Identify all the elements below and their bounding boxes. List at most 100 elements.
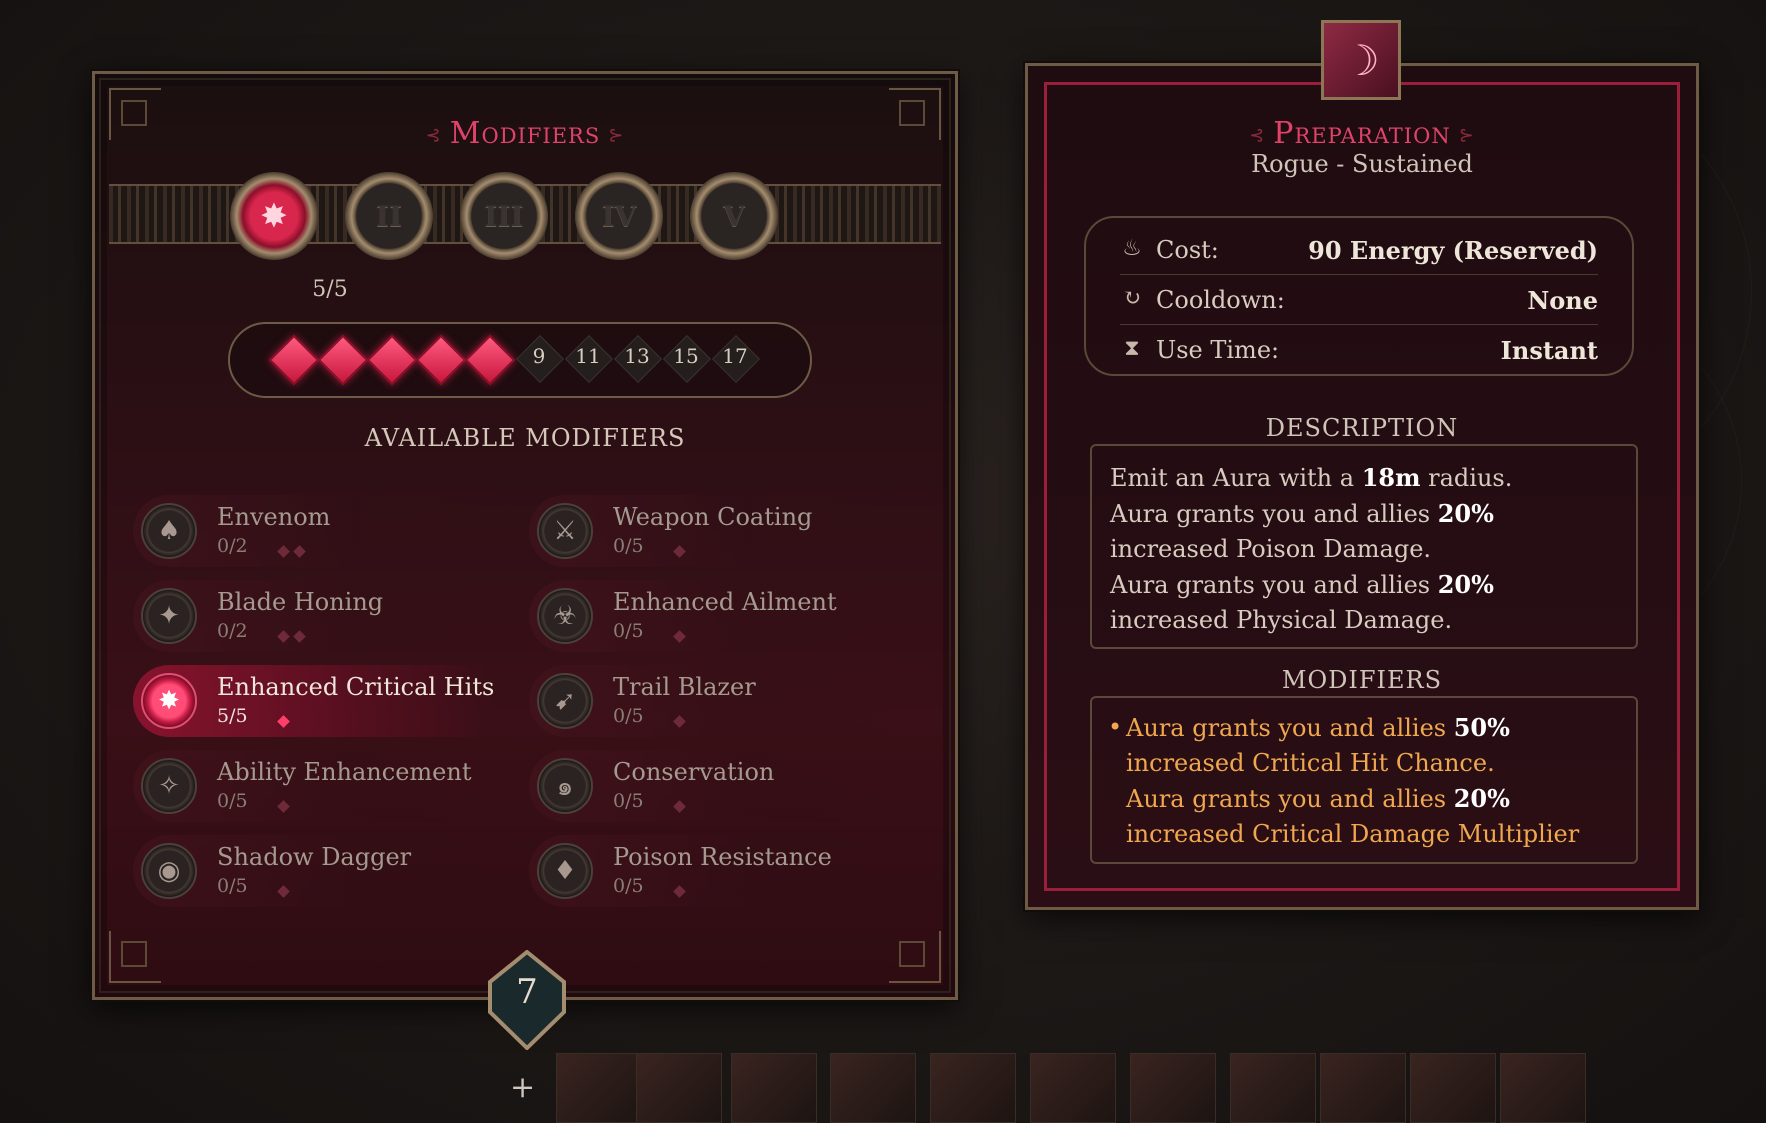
modifier-enhanced-ailment[interactable]: ☣ Enhanced Ailment 0/5 xyxy=(529,580,889,652)
hourglass-icon: ⧗ xyxy=(1124,336,1140,361)
tier-label: II xyxy=(375,199,403,233)
skillbar-slot[interactable] xyxy=(1500,1053,1586,1123)
flourish-icon: ⊱ xyxy=(608,124,625,146)
skill-subtitle: Rogue - Sustained xyxy=(1251,150,1473,178)
cost-dot xyxy=(673,545,686,558)
honing-icon: ✦ xyxy=(141,588,197,644)
preparation-skill-icon: ☽ xyxy=(1321,20,1401,100)
frame-corner-ornament xyxy=(889,931,941,983)
modifier-enhanced-critical-hits[interactable]: ✸ Enhanced Critical Hits 5/5 xyxy=(133,665,494,737)
flame-icon: ♨ xyxy=(1122,236,1142,261)
skillbar-slot[interactable] xyxy=(556,1053,642,1123)
description-box: Emit an Aura with a 18m radius. Aura gra… xyxy=(1090,444,1638,649)
stat-row-use-time: ⧗ Use Time: Instant xyxy=(1120,326,1598,374)
skillbar-slot[interactable] xyxy=(636,1053,722,1123)
tier-slot-2[interactable]: II xyxy=(345,172,433,260)
cost-dot xyxy=(673,885,686,898)
skillbar-slot[interactable] xyxy=(930,1053,1016,1123)
modifier-name: Weapon Coating xyxy=(613,503,813,531)
pip-level-number: 17 xyxy=(722,344,748,368)
modifier-name: Ability Enhancement xyxy=(217,758,472,786)
skillbar-slot[interactable] xyxy=(830,1053,916,1123)
modifier-cost-dots xyxy=(673,541,691,560)
modifier-name: Envenom xyxy=(217,503,331,531)
cost-dot xyxy=(673,715,686,728)
modifier-name: Shadow Dagger xyxy=(217,843,412,871)
hood-icon: ♠ xyxy=(141,503,197,559)
spiral-icon: ๑ xyxy=(537,758,593,814)
modifier-envenom[interactable]: ♠ Envenom 0/2 xyxy=(133,495,493,567)
boot-icon: ➹ xyxy=(537,673,593,729)
add-point-icon[interactable]: + xyxy=(510,1070,535,1105)
critical-icon: ✸ xyxy=(261,198,287,234)
modifier-cost-dots xyxy=(277,626,311,645)
poison-drop-icon: ♦ xyxy=(537,843,593,899)
cost-dot xyxy=(673,800,686,813)
stat-value: 90 Energy (Reserved) xyxy=(1308,236,1598,265)
points-remaining-holder: 7 xyxy=(488,950,566,1050)
skillbar-slot[interactable] xyxy=(1030,1053,1116,1123)
modifier-cost-dots xyxy=(673,796,691,815)
pip-level-number: 9 xyxy=(532,344,546,368)
modifier-trail-blazer[interactable]: ➹ Trail Blazer 0/5 xyxy=(529,665,889,737)
modifier-conservation[interactable]: ๑ Conservation 0/5 xyxy=(529,750,889,822)
cost-dot xyxy=(293,630,306,643)
modifier-ability-enhancement[interactable]: ✧ Ability Enhancement 0/5 xyxy=(133,750,493,822)
modifier-count: 0/5 xyxy=(613,620,644,642)
tier-slot-3[interactable]: III xyxy=(460,172,548,260)
pip-filled xyxy=(366,334,418,386)
tier-label: III xyxy=(484,199,524,233)
stat-value: None xyxy=(1527,286,1598,315)
modifier-name: Enhanced Ailment xyxy=(613,588,837,616)
modifier-weapon-coating[interactable]: ⚔ Weapon Coating 0/5 xyxy=(529,495,889,567)
tier-slot-4[interactable]: IV xyxy=(575,172,663,260)
modifier-cost-dots xyxy=(673,711,691,730)
stat-label: Cooldown: xyxy=(1156,286,1285,314)
available-modifiers-title: AVAILABLE MODIFIERS xyxy=(364,424,686,452)
modifiers-title: ⊰ Modifiers ⊱ xyxy=(95,116,955,151)
skill-title: ⊰ Preparation ⊱ xyxy=(1028,116,1696,151)
modifier-name: Blade Honing xyxy=(217,588,384,616)
modifier-blade-honing[interactable]: ✦ Blade Honing 0/2 xyxy=(133,580,493,652)
cost-dot xyxy=(277,630,290,643)
modifier-cost-dots xyxy=(277,796,295,815)
tier-slot-5[interactable]: V xyxy=(690,172,778,260)
skillbar-slot[interactable] xyxy=(1130,1053,1216,1123)
cost-dot xyxy=(293,545,306,558)
modifier-cost-dots xyxy=(673,881,691,900)
skillbar-slot[interactable] xyxy=(1230,1053,1316,1123)
eye-icon: ◉ xyxy=(141,843,197,899)
modifier-count: 0/5 xyxy=(217,790,248,812)
modifier-count: 0/5 xyxy=(613,705,644,727)
skillbar-slot[interactable] xyxy=(1320,1053,1406,1123)
modifiers-panel: ⊰ Modifiers ⊱ ✸ II III IV V 5/5 9 11 13 15… xyxy=(92,71,958,1000)
frame-corner-ornament xyxy=(109,931,161,983)
tier-slot-1[interactable]: ✸ xyxy=(230,172,318,260)
modifier-cost-dots xyxy=(673,626,691,645)
skillbar-slot[interactable] xyxy=(1410,1053,1496,1123)
description-line: Aura grants you and allies 20% increased… xyxy=(1110,570,1494,634)
description-title: DESCRIPTION xyxy=(1265,414,1459,442)
modifiers-title-text: Modifiers xyxy=(449,116,601,151)
cost-dot xyxy=(277,800,290,813)
modifier-name: Conservation xyxy=(613,758,775,786)
pip-level-number: 15 xyxy=(673,344,699,368)
bullet-icon: • xyxy=(1108,713,1123,741)
modifier-shadow-dagger[interactable]: ◉ Shadow Dagger 0/5 xyxy=(133,835,493,907)
cost-dot xyxy=(277,545,290,558)
modifier-cost-dots xyxy=(277,541,311,560)
cost-dot xyxy=(277,715,290,728)
skillbar-slot[interactable] xyxy=(731,1053,817,1123)
feather-icon: ✧ xyxy=(141,758,197,814)
stat-label: Cost: xyxy=(1156,236,1219,264)
pip-level-number: 11 xyxy=(575,344,601,368)
flourish-icon: ⊱ xyxy=(1458,124,1475,146)
flourish-icon: ⊰ xyxy=(1249,124,1266,146)
cooldown-icon: ↻ xyxy=(1122,286,1142,311)
modifier-effect-line: Aura grants you and allies 50% increased… xyxy=(1126,713,1510,777)
modifier-count: 0/5 xyxy=(613,875,644,897)
skill-name-text: Preparation xyxy=(1273,116,1451,151)
modifier-poison-resistance[interactable]: ♦ Poison Resistance 0/5 xyxy=(529,835,889,907)
stat-row-cost: ♨ Cost: 90 Energy (Reserved) xyxy=(1120,226,1598,275)
modifier-name: Trail Blazer xyxy=(613,673,756,701)
